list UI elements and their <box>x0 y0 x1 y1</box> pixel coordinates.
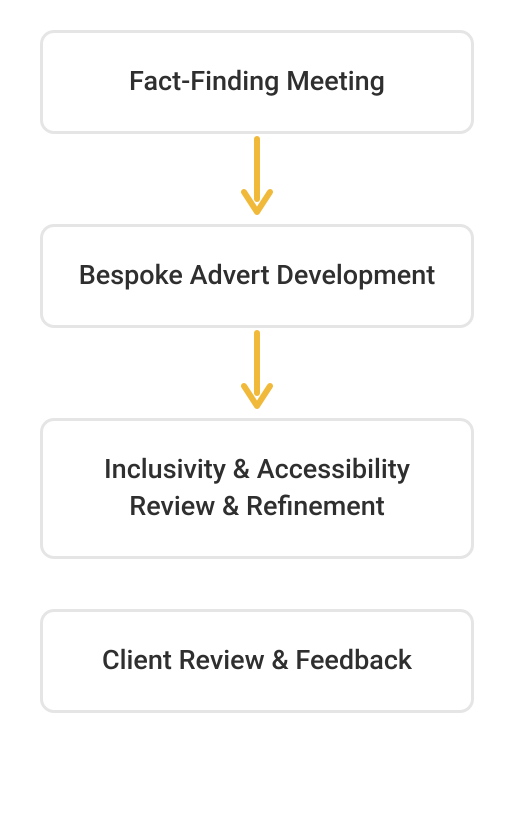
flow-step: Client Review & Feedback <box>40 609 474 713</box>
arrow-down-icon <box>238 134 276 224</box>
flow-step-label: Bespoke Advert Development <box>79 259 436 291</box>
flow-step-label: Client Review & Feedback <box>102 644 412 676</box>
flow-step-label: Fact-Finding Meeting <box>129 65 385 97</box>
flow-arrow <box>238 134 276 224</box>
arrow-down-icon <box>238 328 276 418</box>
flow-step: Inclusivity & Accessibility Review & Ref… <box>40 418 474 560</box>
flow-step: Bespoke Advert Development <box>40 224 474 328</box>
flow-step: Fact-Finding Meeting <box>40 30 474 134</box>
flow-step-label: Inclusivity & Accessibility Review & Ref… <box>104 453 410 523</box>
flow-arrow <box>238 328 276 418</box>
